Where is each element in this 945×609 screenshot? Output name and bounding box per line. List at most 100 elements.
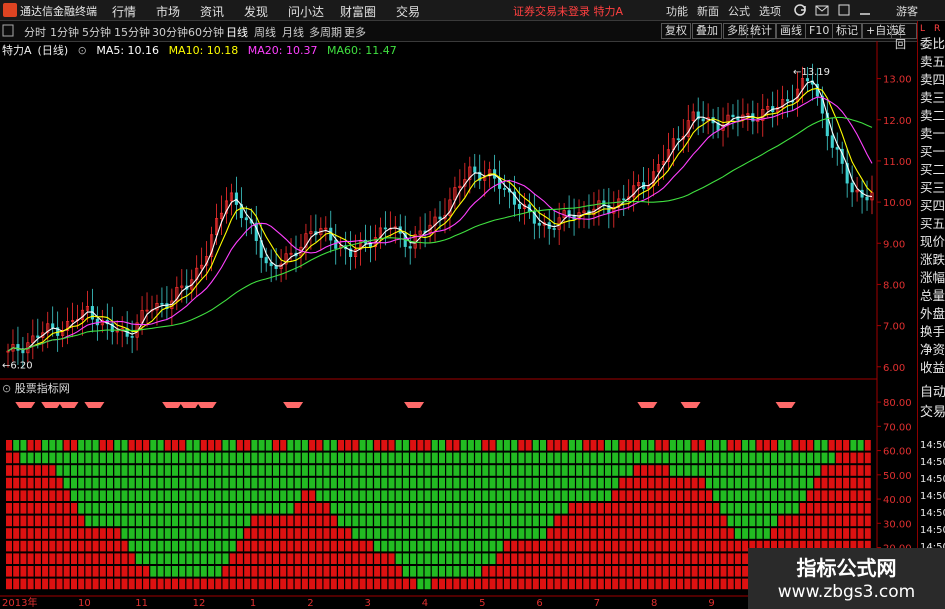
- heatmap-cell: [698, 540, 705, 552]
- heatmap-cell: [677, 528, 684, 539]
- heatmap-cell: [287, 477, 294, 489]
- trade-label[interactable]: 交易: [918, 403, 945, 423]
- indicator-dot-icon[interactable]: ⊙: [2, 382, 11, 395]
- heatmap-cell: [107, 503, 113, 514]
- heatmap-cell: [258, 515, 265, 527]
- heatmap-cell: [13, 566, 20, 577]
- heatmap-cell: [850, 503, 857, 514]
- heatmap-cell: [532, 578, 539, 590]
- heatmap-cell: [63, 553, 70, 564]
- indicator-tick-label: 70.00: [883, 422, 912, 433]
- heatmap-cell: [583, 465, 590, 476]
- heatmap-cell: [756, 528, 763, 539]
- heatmap-cell: [503, 515, 510, 527]
- heatmap-cell: [669, 553, 676, 564]
- heatmap-cell: [193, 515, 200, 527]
- heatmap-cell: [655, 452, 662, 464]
- heatmap-cell: [417, 553, 424, 564]
- heatmap-cell: [511, 540, 518, 552]
- heatmap-cell: [273, 528, 279, 539]
- heatmap-cell: [698, 477, 705, 489]
- heatmap-cell: [143, 465, 150, 476]
- heatmap-cell: [518, 477, 525, 489]
- heatmap-cell: [799, 503, 806, 514]
- heatmap-cell: [713, 440, 720, 451]
- heatmap-cell: [807, 490, 814, 501]
- heatmap-cell: [706, 465, 712, 476]
- heatmap-cell: [828, 440, 835, 451]
- heatmap-cell: [511, 452, 518, 464]
- heatmap-cell: [251, 477, 258, 489]
- heatmap-cell: [431, 540, 438, 552]
- heatmap-cell: [172, 553, 178, 564]
- heatmap-cell: [338, 540, 344, 552]
- heatmap-cell: [157, 566, 164, 577]
- heatmap-cell: [720, 528, 727, 539]
- heatmap-cell: [792, 452, 799, 464]
- heatmap-cell: [258, 528, 265, 539]
- heatmap-cell: [244, 465, 251, 476]
- heatmap-cell: [489, 540, 496, 552]
- heatmap-cell: [540, 490, 546, 501]
- heatmap-cell: [568, 440, 575, 451]
- heatmap-cell: [662, 515, 669, 527]
- heatmap-cell: [467, 477, 474, 489]
- heatmap-cell: [489, 465, 496, 476]
- sidebar-time-2: 14:50: [920, 474, 945, 485]
- heatmap-cell: [164, 452, 171, 464]
- date-tick-label: 4: [422, 598, 428, 609]
- heatmap-cell: [402, 440, 409, 451]
- heatmap-cell: [843, 528, 850, 539]
- heatmap-cell: [482, 515, 489, 527]
- heatmap-cell: [453, 440, 460, 451]
- heatmap-cell: [511, 490, 518, 501]
- stock-chart[interactable]: 13.00 12.00 11.00 10.00 9.00 8.00 7.00 6.00 ←13.…: [0, 0, 917, 609]
- heatmap-cell: [6, 465, 12, 476]
- heatmap-cell: [446, 452, 453, 464]
- heatmap-cell: [691, 503, 698, 514]
- heatmap-cell: [345, 440, 352, 451]
- heatmap-cell: [222, 528, 229, 539]
- heatmap-cell: [641, 528, 648, 539]
- heatmap-cell: [352, 515, 359, 527]
- heatmap-cell: [135, 465, 142, 476]
- heatmap-cell: [280, 553, 287, 564]
- heatmap-cell: [323, 540, 330, 552]
- heatmap-cell: [756, 465, 763, 476]
- heatmap-cell: [835, 452, 842, 464]
- sidebar-right-toggle[interactable]: R: [932, 23, 945, 35]
- auto-label[interactable]: 自动: [918, 383, 945, 403]
- signal-marker: [283, 402, 304, 408]
- heatmap-cell: [669, 528, 676, 539]
- heatmap-cell: [778, 465, 785, 476]
- heatmap-cell: [135, 490, 142, 501]
- heatmap-cell: [244, 528, 251, 539]
- heatmap-cell: [388, 515, 395, 527]
- heatmap-cell: [143, 452, 150, 464]
- heatmap-cell: [402, 540, 409, 552]
- heatmap-cell: [92, 528, 99, 539]
- heatmap-cell: [402, 566, 409, 577]
- heatmap-cell: [244, 452, 251, 464]
- heatmap-cell: [691, 540, 698, 552]
- heatmap-cell: [612, 452, 619, 464]
- heatmap-cell: [114, 477, 121, 489]
- heatmap-cell: [475, 553, 482, 564]
- heatmap-cell: [42, 477, 49, 489]
- sidebar-left-toggle[interactable]: L: [918, 23, 932, 35]
- heatmap-cell: [63, 540, 70, 552]
- heatmap-cell: [431, 440, 438, 451]
- heatmap-cell: [366, 553, 373, 564]
- heatmap-cell: [85, 528, 92, 539]
- heatmap-cell: [374, 553, 381, 564]
- heatmap-cell: [236, 528, 243, 539]
- heatmap-cell: [200, 477, 207, 489]
- heatmap-cell: [193, 477, 200, 489]
- heatmap-cell: [684, 553, 691, 564]
- heatmap-cell: [27, 566, 34, 577]
- heatmap-cell: [439, 528, 445, 539]
- heatmap-cell: [597, 515, 604, 527]
- heatmap-cell: [713, 503, 720, 514]
- heatmap-cell: [424, 452, 431, 464]
- heatmap-cell: [280, 440, 287, 451]
